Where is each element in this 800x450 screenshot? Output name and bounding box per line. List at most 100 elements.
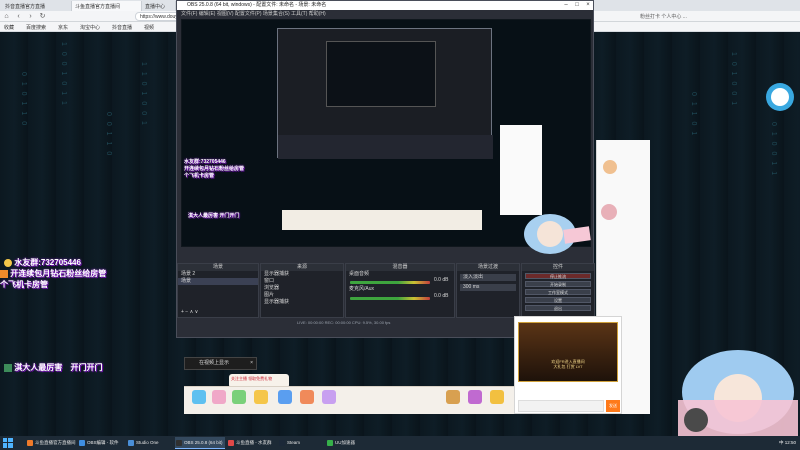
bookmark-item[interactable]: 京东 bbox=[58, 24, 68, 31]
matrix-rain-column: 1 0 0 1 0 1 1 bbox=[60, 42, 67, 107]
avatar-icon bbox=[4, 363, 12, 372]
danmaku-text: 开连续包月钻石粉丝给房管 bbox=[10, 269, 107, 278]
source-item[interactable]: 图片 bbox=[261, 292, 343, 299]
taskbar-item[interactable]: OBS编辑 - 软件 bbox=[78, 437, 126, 449]
gift-icon[interactable] bbox=[278, 390, 292, 404]
matrix-rain-column: 1 1 0 1 0 0 1 bbox=[140, 62, 147, 127]
scene-item[interactable]: 场景 bbox=[178, 278, 258, 285]
system-tray[interactable]: 中 12:50 bbox=[779, 436, 796, 450]
browser-tab-1[interactable]: 斗鱼直播官方直播间 bbox=[72, 1, 142, 11]
scenes-dock: 场景 场景 2 场景 + − ∧ ∨ bbox=[177, 263, 259, 318]
gift-banner: 欢迎FR进入直播间 大礼包 打赏 LV7 bbox=[518, 322, 618, 382]
gift-icon[interactable] bbox=[322, 390, 336, 404]
source-item[interactable]: 显示器捕获 bbox=[261, 271, 343, 278]
pip-label: 在视频上显示 bbox=[199, 360, 230, 366]
danmaku-text: 开门开门 bbox=[70, 363, 103, 372]
close-icon[interactable]: × bbox=[583, 1, 593, 10]
browser-tab-0[interactable]: 抖音直播官方直播 bbox=[2, 1, 72, 11]
transition-select[interactable]: 淡入淡出 bbox=[460, 274, 516, 281]
dock-title: 来源 bbox=[261, 264, 343, 271]
gift-icon bbox=[0, 269, 8, 278]
matrix-rain-column: 1 0 1 0 0 1 bbox=[730, 52, 737, 108]
danmaku-line: 个飞机卡房管 bbox=[184, 173, 215, 179]
nested-gift-bar bbox=[282, 210, 482, 230]
pip-bar[interactable]: 在视频上显示 × bbox=[184, 357, 257, 370]
gift-banner-sub: 大礼包 打赏 LV7 bbox=[553, 364, 583, 369]
danmaku-line: 开连续包月钻石粉丝给房管 bbox=[184, 166, 245, 172]
close-icon[interactable]: × bbox=[250, 358, 253, 369]
taskbar-item[interactable]: OBS 25.0.8 (64 bit) bbox=[175, 437, 225, 449]
mixer-db: 0.0 dB bbox=[434, 277, 449, 283]
scene-toolbar[interactable]: + − ∧ ∨ bbox=[178, 309, 198, 316]
gift-icon[interactable] bbox=[490, 390, 504, 404]
settings-button[interactable]: 设置 bbox=[525, 297, 591, 303]
bookmark-item[interactable]: 抖音直播 bbox=[112, 24, 132, 31]
nested-chat-panel bbox=[500, 125, 542, 215]
minimize-icon[interactable]: – bbox=[561, 1, 571, 10]
dock-title: 混音器 bbox=[346, 264, 454, 271]
danmaku-line: 水友群:732705446 bbox=[4, 257, 81, 268]
duration-input[interactable]: 300 ms bbox=[460, 284, 516, 291]
matrix-rain-column: 0 1 0 0 1 1 bbox=[770, 122, 777, 178]
nested-preview-inner bbox=[326, 41, 436, 107]
gift-icon[interactable] bbox=[192, 390, 206, 404]
gift-icon[interactable] bbox=[254, 390, 268, 404]
gift-icon[interactable] bbox=[468, 390, 482, 404]
matrix-rain-column: 0 1 1 0 1 bbox=[690, 92, 697, 138]
sources-dock: 来源 显示器捕获 窗口 浏览器 图片 显示器捕获 bbox=[260, 263, 344, 318]
danmaku-text: 淇大人最厉害 bbox=[14, 363, 63, 372]
taskbar: 斗鱼直播官方直播间 OBS编辑 - 软件 Studio One OBS 25.0… bbox=[0, 436, 800, 450]
danmaku-line: 水友群:732705446 bbox=[184, 159, 226, 165]
source-item[interactable]: 浏览器 bbox=[261, 285, 343, 292]
mascot-image bbox=[520, 210, 592, 256]
bookmark-item[interactable]: 视频 bbox=[144, 24, 154, 31]
dock-title: 控件 bbox=[522, 264, 594, 271]
forward-icon[interactable]: › bbox=[26, 12, 35, 21]
danmaku-line: 个飞机卡房管 bbox=[0, 280, 48, 289]
gift-icon[interactable] bbox=[300, 390, 314, 404]
maximize-icon[interactable]: □ bbox=[572, 1, 582, 10]
matrix-rain-column: 0 1 0 1 1 0 bbox=[20, 72, 27, 128]
danmaku-line: 开连续包月钻石粉丝给房管 bbox=[0, 268, 106, 279]
start-recording-button[interactable]: 开始录制 bbox=[525, 281, 591, 287]
danmaku-line: 淇大人最厉害 开门开门 bbox=[188, 213, 240, 219]
exit-button[interactable]: 退出 bbox=[525, 305, 591, 311]
danmaku-text: 水友群:732705446 bbox=[14, 258, 81, 267]
mixer-track-label: 麦克风/Aux bbox=[349, 286, 375, 292]
obs-menubar[interactable]: 文件(F) 编辑(E) 视图(V) 配置文件(P) 场景集合(S) 工具(T) … bbox=[177, 10, 593, 18]
reload-icon[interactable]: ↻ bbox=[38, 12, 47, 21]
send-button[interactable]: 发送 bbox=[606, 400, 620, 412]
chat-input[interactable] bbox=[518, 400, 604, 412]
vu-meter bbox=[350, 297, 430, 300]
logo-badge bbox=[765, 80, 795, 114]
stop-streaming-button[interactable]: 停止推流 bbox=[525, 273, 591, 279]
browser-tab-2[interactable]: 直播中心 bbox=[142, 1, 176, 11]
source-item[interactable]: 窗口 bbox=[261, 278, 343, 285]
back-icon[interactable]: ‹ bbox=[14, 12, 23, 21]
taskbar-item[interactable]: UU加速器 bbox=[326, 437, 374, 449]
bookmark-item[interactable]: 淘宝中心 bbox=[80, 24, 100, 31]
obs-titlebar[interactable]: OBS 25.0.8 (64 bit, windows) - 配置文件: 未命名… bbox=[177, 1, 593, 10]
bookmark-item[interactable]: 收藏 bbox=[4, 24, 14, 31]
taskbar-item[interactable]: Studio One bbox=[127, 437, 171, 449]
gift-icon[interactable] bbox=[232, 390, 246, 404]
home-icon[interactable]: ⌂ bbox=[2, 12, 11, 21]
transitions-dock: 场景过渡 淡入淡出 300 ms bbox=[456, 263, 520, 318]
dock-title: 场景 bbox=[178, 264, 258, 271]
start-icon[interactable] bbox=[3, 438, 13, 448]
source-item[interactable]: 显示器捕获 bbox=[261, 299, 343, 306]
scene-item[interactable]: 场景 2 bbox=[178, 271, 258, 278]
studio-mode-button[interactable]: 工作室模式 bbox=[525, 289, 591, 295]
controls-dock: 控件 停止推流 开始录制 工作室模式 设置 退出 bbox=[521, 263, 595, 318]
taskbar-item[interactable]: 斗鱼直播 - 水友群 bbox=[227, 437, 275, 449]
matrix-rain-column: 0 0 1 1 0 bbox=[105, 112, 112, 158]
bookmark-item[interactable]: 百度搜索 bbox=[26, 24, 46, 31]
gift-icon[interactable] bbox=[212, 390, 226, 404]
vu-meter bbox=[350, 281, 430, 284]
gift-icon[interactable] bbox=[446, 390, 460, 404]
taskbar-item[interactable]: 斗鱼直播官方直播间 bbox=[26, 437, 76, 449]
taskbar-item[interactable]: Steam bbox=[278, 437, 322, 449]
avatar bbox=[601, 204, 617, 220]
gift-bar bbox=[184, 386, 514, 414]
obs-window[interactable]: OBS 25.0.8 (64 bit, windows) - 配置文件: 未命名… bbox=[176, 0, 595, 338]
